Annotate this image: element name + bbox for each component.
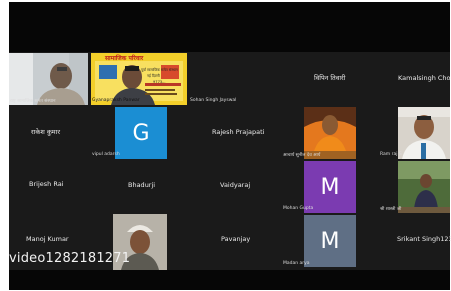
video-tile-1[interactable]: राष्ट्र सामाजिक समेत संस्थान (9, 53, 88, 105)
participant-name-tile-5[interactable]: Kamalsingh Chou.. (398, 74, 451, 82)
banner-title: सामाजिक परिवार (105, 55, 144, 62)
participant-name-tile-16[interactable]: Manoj Kumar (26, 235, 69, 243)
participant-name: श्री शास्त्री जी (380, 207, 402, 212)
avatar-g: G (115, 107, 167, 159)
video-tile-15[interactable]: श्री शास्त्री जी (370, 161, 450, 213)
participant-name-tile-12[interactable]: Bhadurji (128, 181, 155, 189)
video-tile-10[interactable]: Ram raj S (370, 107, 450, 159)
video-tile-14[interactable]: M Mohan Gupta (282, 161, 368, 213)
participant-name: Madan arya (283, 261, 310, 266)
video-conference-window: राष्ट्र सामाजिक समेत संस्थान सामाजिक परि… (0, 0, 451, 291)
participant-name-tile-11[interactable]: Brijesh Rai (29, 180, 63, 188)
top-black-bar (9, 2, 450, 52)
participant-name-tile-8[interactable]: Rajesh Prajapati (212, 128, 264, 136)
banner-line-1: पूर्वा सामाजिक समेत संस्थान (141, 68, 178, 72)
participant-name: आचार्य सुनील देव आर्य (283, 153, 321, 158)
participant-name: राष्ट्र सामाजिक समेत संस्थान (10, 99, 56, 104)
participant-name: Mohan Gupta (283, 206, 314, 211)
participant-name-tile-4[interactable]: विपिन तिवारी (314, 73, 345, 82)
participant-name: Gyanapraksh Panwar (92, 98, 140, 103)
video-tile-9[interactable]: आचार्य सुनील देव आर्य (282, 107, 368, 159)
banner-line-3: 9773... (153, 80, 166, 84)
participant-name-tile-13[interactable]: Vaidyaraj (220, 181, 250, 189)
video-tile-3[interactable]: Sohan Singh Jayswal (189, 53, 253, 105)
avatar-m: M (304, 215, 356, 267)
participant-name-tile-20[interactable]: Srikant Singh123.. (397, 235, 451, 243)
participant-name: Ram raj S (380, 152, 402, 157)
video-id-watermark: video1282181271 (9, 251, 131, 266)
bottom-black-bar (9, 270, 450, 290)
banner-line-2: नई दिल्ली (147, 74, 160, 78)
participant-name: Sohan Singh Jayswal (190, 98, 237, 103)
video-tile-19[interactable]: M Madan arya (282, 215, 368, 270)
participant-name-tile-6[interactable]: राकेश कुमार (31, 127, 60, 136)
video-tile-7[interactable]: G vipul adarsh (91, 107, 187, 159)
video-tile-2[interactable]: सामाजिक परिवार पूर्वा सामाजिक समेत संस्थ… (91, 53, 187, 105)
participant-name-tile-18[interactable]: Pavanjay (221, 235, 250, 243)
participant-name: vipul adarsh (92, 152, 120, 157)
